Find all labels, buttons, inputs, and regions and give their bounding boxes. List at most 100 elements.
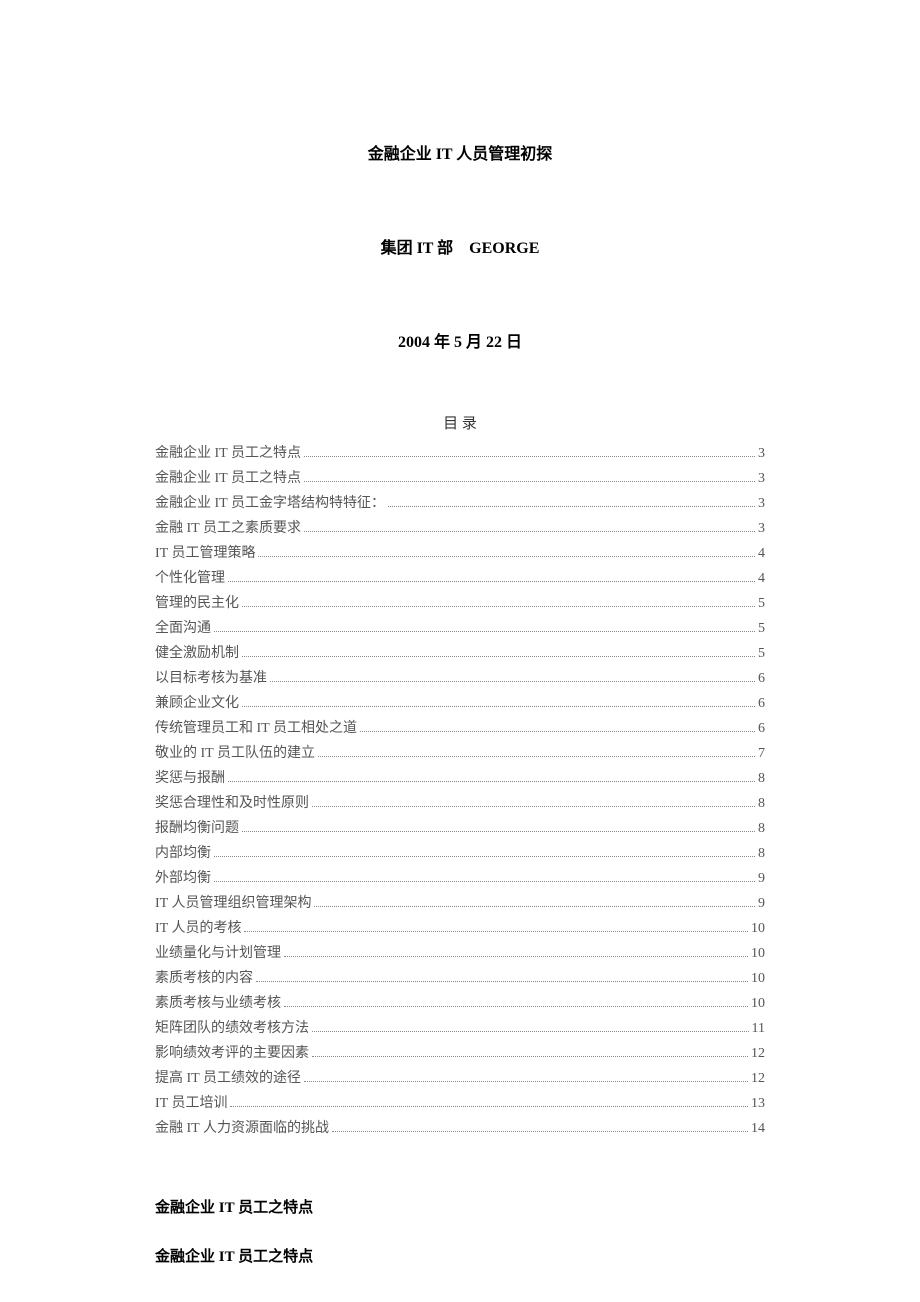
toc-entry-page: 11 (752, 1016, 765, 1041)
toc-entry-label: 个性化管理 (155, 566, 225, 591)
toc-row: 奖惩与报酬8 (155, 766, 765, 791)
toc-leader-dots (312, 806, 755, 807)
document-subtitle: 集团 IT 部 GEORGE (155, 234, 765, 258)
toc-row: 素质考核与业绩考核 10 (155, 991, 765, 1016)
toc-entry-label: 传统管理员工和 IT 员工相处之道 (155, 716, 357, 741)
toc-leader-dots (304, 531, 755, 532)
toc-row: 外部均衡 9 (155, 866, 765, 891)
toc-entry-page: 10 (751, 966, 765, 991)
toc-leader-dots (214, 856, 755, 857)
toc-entry-label: 报酬均衡问题 (155, 816, 239, 841)
toc-row: 金融企业 IT 员工之特点 3 (155, 441, 765, 466)
toc-entry-label: IT 人员管理组织管理架构 (155, 891, 311, 916)
toc-entry-page: 8 (758, 791, 765, 816)
toc-entry-label: 金融企业 IT 员工之特点 (155, 466, 301, 491)
toc-entry-label: 外部均衡 (155, 866, 211, 891)
toc-row: 金融企业 IT 员工之特点 3 (155, 466, 765, 491)
toc-entry-label: 全面沟通 (155, 616, 211, 641)
toc-leader-dots (284, 956, 748, 957)
toc-row: 管理的民主化5 (155, 591, 765, 616)
toc-leader-dots (284, 1006, 748, 1007)
toc-leader-dots (388, 506, 755, 507)
toc-leader-dots (256, 981, 748, 982)
toc-leader-dots (242, 606, 755, 607)
toc-row: 奖惩合理性和及时性原则 8 (155, 791, 765, 816)
toc-row: 金融 IT 人力资源面临的挑战 14 (155, 1116, 765, 1141)
toc-leader-dots (214, 631, 755, 632)
toc-entry-page: 10 (751, 991, 765, 1016)
toc-entry-label: IT 人员的考核 (155, 916, 241, 941)
toc-leader-dots (360, 731, 755, 732)
toc-list: 金融企业 IT 员工之特点 3 金融企业 IT 员工之特点 3 金融企业 IT 员工金字… (155, 441, 765, 1141)
document-date: 2004 年 5 月 22 日 (155, 328, 765, 352)
toc-entry-label: 金融 IT 人力资源面临的挑战 (155, 1116, 329, 1141)
toc-leader-dots (244, 931, 748, 932)
toc-leader-dots (304, 1081, 748, 1082)
toc-entry-label: 敬业的 IT 员工队伍的建立 (155, 741, 315, 766)
toc-row: 影响绩效考评的主要因素 12 (155, 1041, 765, 1066)
toc-row: 金融 IT 员工之素质要求3 (155, 516, 765, 541)
toc-row: IT 员工培训 13 (155, 1091, 765, 1116)
document-title: 金融企业 IT 人员管理初探 (155, 140, 765, 164)
toc-leader-dots (230, 1106, 748, 1107)
toc-row: 个性化管理 4 (155, 566, 765, 591)
toc-entry-label: 影响绩效考评的主要因素 (155, 1041, 309, 1066)
section-heading: 金融企业 IT 员工之特点 (155, 1245, 765, 1266)
toc-entry-page: 4 (758, 541, 765, 566)
toc-row: 全面沟通 5 (155, 616, 765, 641)
toc-entry-label: 业绩量化与计划管理 (155, 941, 281, 966)
toc-row: 以目标考核为基准 6 (155, 666, 765, 691)
toc-entry-page: 8 (758, 841, 765, 866)
toc-leader-dots (242, 656, 755, 657)
toc-row: 健全激励机制 5 (155, 641, 765, 666)
toc-entry-label: 金融企业 IT 员工之特点 (155, 441, 301, 466)
toc-leader-dots (228, 581, 755, 582)
toc-entry-page: 6 (758, 666, 765, 691)
toc-entry-label: 素质考核与业绩考核 (155, 991, 281, 1016)
toc-entry-page: 10 (751, 916, 765, 941)
toc-entry-page: 9 (758, 866, 765, 891)
toc-entry-page: 12 (751, 1041, 765, 1066)
toc-entry-page: 3 (758, 441, 765, 466)
toc-entry-page: 5 (758, 591, 765, 616)
toc-entry-label: IT 员工管理策略 (155, 541, 255, 566)
toc-entry-page: 4 (758, 566, 765, 591)
toc-row: 兼顾企业文化6 (155, 691, 765, 716)
toc-leader-dots (228, 781, 755, 782)
toc-row: IT 人员管理组织管理架构9 (155, 891, 765, 916)
toc-leader-dots (304, 456, 755, 457)
toc-leader-dots (312, 1056, 748, 1057)
toc-entry-label: 提高 IT 员工绩效的途径 (155, 1066, 301, 1091)
toc-entry-page: 13 (751, 1091, 765, 1116)
toc-leader-dots (214, 881, 755, 882)
toc-leader-dots (242, 706, 755, 707)
toc-entry-label: 素质考核的内容 (155, 966, 253, 991)
toc-row: 素质考核的内容 10 (155, 966, 765, 991)
toc-entry-page: 5 (758, 641, 765, 666)
toc-entry-page: 3 (758, 466, 765, 491)
toc-row: 提高 IT 员工绩效的途径 12 (155, 1066, 765, 1091)
toc-entry-label: 健全激励机制 (155, 641, 239, 666)
toc-entry-page: 10 (751, 941, 765, 966)
toc-entry-page: 8 (758, 816, 765, 841)
section-heading: 金融企业 IT 员工之特点 (155, 1196, 765, 1217)
toc-entry-page: 3 (758, 491, 765, 516)
toc-header: 目 录 (155, 412, 765, 433)
toc-entry-label: 奖惩与报酬 (155, 766, 225, 791)
toc-entry-page: 12 (751, 1066, 765, 1091)
toc-entry-label: 以目标考核为基准 (155, 666, 267, 691)
toc-leader-dots (304, 481, 755, 482)
toc-row: 敬业的 IT 员工队伍的建立7 (155, 741, 765, 766)
toc-entry-page: 6 (758, 691, 765, 716)
toc-entry-label: 金融 IT 员工之素质要求 (155, 516, 301, 541)
toc-entry-label: 金融企业 IT 员工金字塔结构特特征： (155, 491, 385, 516)
toc-entry-label: 奖惩合理性和及时性原则 (155, 791, 309, 816)
toc-leader-dots (312, 1031, 749, 1032)
toc-row: 业绩量化与计划管理 10 (155, 941, 765, 966)
toc-entry-label: IT 员工培训 (155, 1091, 227, 1116)
toc-row: IT 员工管理策略 4 (155, 541, 765, 566)
toc-leader-dots (242, 831, 755, 832)
toc-entry-page: 14 (751, 1116, 765, 1141)
toc-entry-page: 6 (758, 716, 765, 741)
toc-entry-page: 5 (758, 616, 765, 641)
